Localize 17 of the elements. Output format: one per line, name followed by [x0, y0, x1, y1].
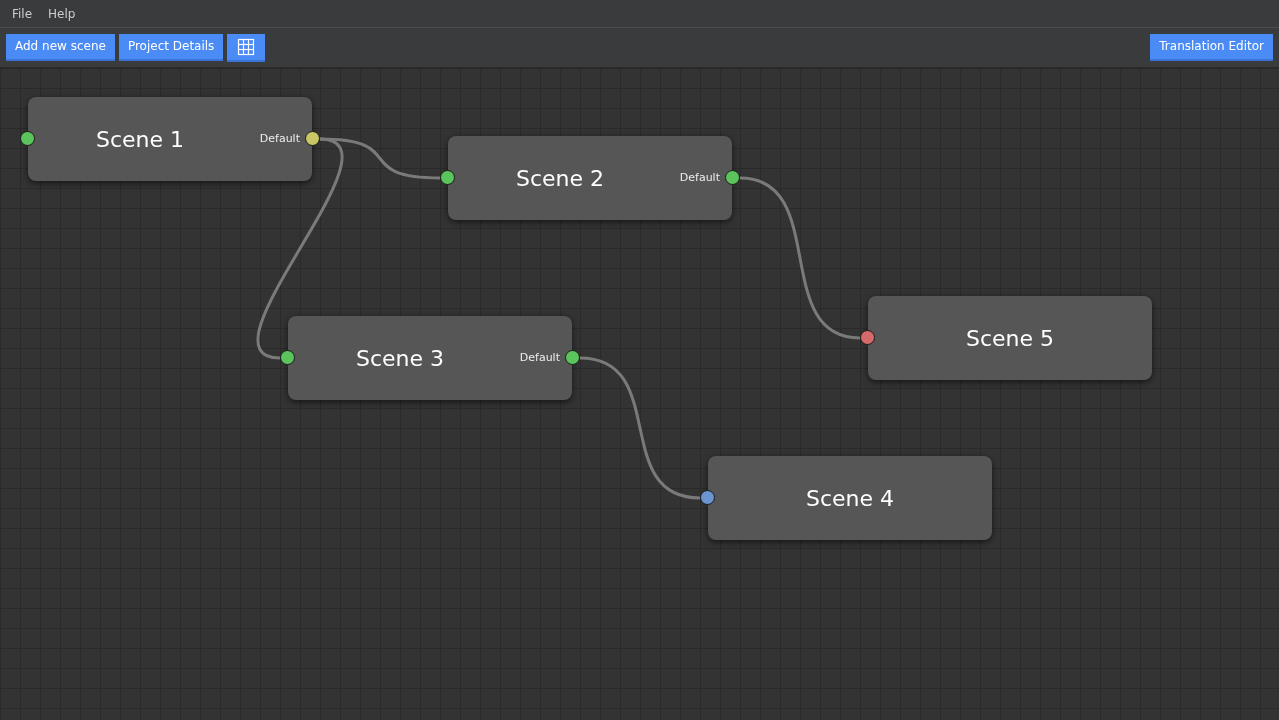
scene-node[interactable]: Scene 2 Default: [448, 136, 732, 220]
port-label: Default: [519, 350, 560, 365]
grid-toggle-button[interactable]: [227, 33, 266, 62]
menu-item[interactable]: File: [4, 0, 41, 28]
scene-node[interactable]: Scene 3 Default: [288, 316, 572, 400]
menu-item[interactable]: Help: [40, 0, 84, 28]
port-label: Default: [259, 131, 300, 146]
node-title: Scene 3: [354, 344, 446, 373]
grid-icon: [237, 37, 256, 56]
node-title: Scene 2: [514, 164, 606, 193]
node-title: Scene 1: [94, 125, 186, 154]
scene-node[interactable]: Scene 4: [708, 456, 992, 540]
port-label: Default: [679, 170, 720, 185]
node-title: Scene 5: [964, 324, 1056, 353]
node-title: Scene 4: [804, 484, 896, 513]
scene-node[interactable]: Scene 1 Default: [28, 97, 312, 181]
scene-node[interactable]: Scene 5: [868, 296, 1152, 380]
